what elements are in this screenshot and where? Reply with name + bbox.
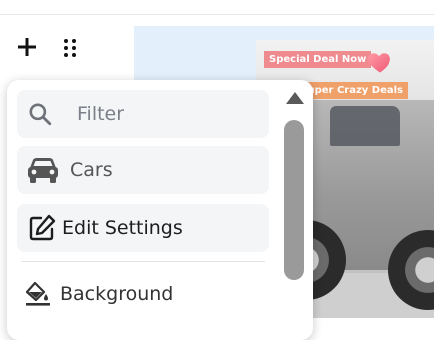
- plus-icon[interactable]: [17, 37, 37, 57]
- car-icon: [28, 158, 58, 183]
- filter-placeholder: Filter: [77, 103, 125, 125]
- menu-divider: [21, 261, 265, 262]
- edit-icon: [29, 214, 56, 241]
- scroll-up-arrow-icon[interactable]: [284, 88, 306, 108]
- filter-input[interactable]: Filter: [17, 90, 269, 138]
- heart-icon[interactable]: [366, 48, 394, 76]
- menu-item-background[interactable]: Background: [17, 270, 269, 318]
- menu-item-cars[interactable]: Cars: [17, 146, 269, 194]
- drag-handle-icon[interactable]: [62, 38, 78, 58]
- special-deal-badge[interactable]: Special Deal Now: [264, 51, 372, 68]
- top-divider: [0, 14, 434, 15]
- menu-item-edit-settings[interactable]: Edit Settings: [17, 204, 269, 252]
- search-icon: [29, 103, 52, 126]
- scrollbar-thumb[interactable]: [284, 120, 304, 280]
- menu-item-label: Background: [60, 283, 174, 305]
- truck-window: [330, 106, 400, 146]
- menu-item-label: Cars: [70, 159, 113, 181]
- block-inserter-panel: Filter Cars Edit Settings Background: [7, 80, 313, 340]
- menu-item-label: Edit Settings: [62, 217, 183, 239]
- paint-bucket-icon: [25, 281, 50, 306]
